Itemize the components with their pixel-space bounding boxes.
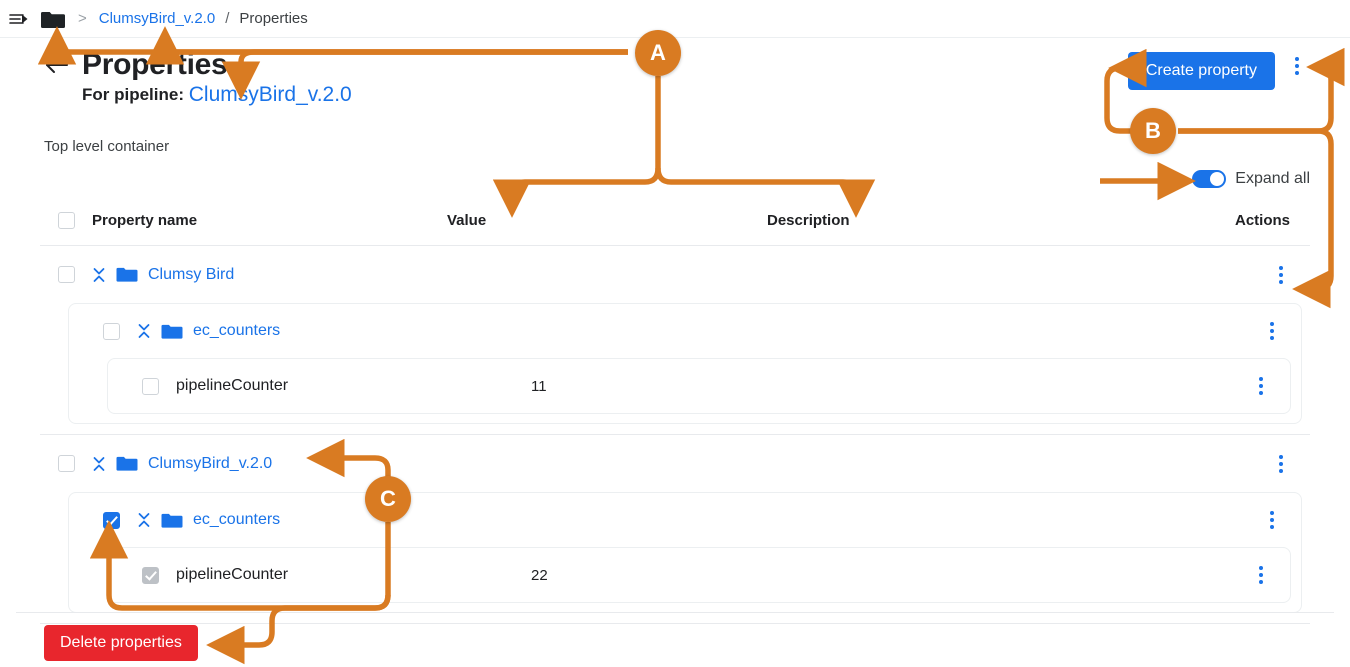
row-overflow-menu-icon[interactable]: [1252, 377, 1270, 395]
expand-all-control[interactable]: Expand all: [1192, 170, 1310, 188]
table-row[interactable]: Clumsy Bird: [40, 246, 1310, 303]
table-row[interactable]: ClumsyBird_v.2.0: [40, 435, 1310, 492]
row-overflow-menu-icon[interactable]: [1252, 566, 1270, 584]
annotation-badge-c: C: [365, 476, 411, 522]
row-name-cell: ClumsyBird_v.2.0: [92, 455, 447, 473]
table-row[interactable]: ec_counters: [69, 493, 1301, 547]
breadcrumb-slash: /: [225, 10, 230, 27]
row-checkbox[interactable]: [141, 377, 159, 395]
properties-table: Property name Value Description Actions: [40, 196, 1310, 624]
table-row[interactable]: pipelineCounter 22: [108, 548, 1290, 602]
row-select-cell: [85, 322, 137, 340]
nested-group-level2: pipelineCounter 11: [107, 358, 1291, 414]
table-row[interactable]: pipelineCounter 11: [108, 359, 1290, 413]
row-overflow-menu-icon[interactable]: [1263, 511, 1281, 529]
menu-arrow-icon[interactable]: [8, 9, 30, 29]
row-name-label: pipelineCounter: [176, 566, 289, 583]
page-title: Properties: [82, 48, 228, 81]
row-name-cell: Clumsy Bird: [92, 266, 447, 284]
table-row[interactable]: ec_counters: [69, 304, 1301, 358]
column-header-description[interactable]: Description: [767, 212, 1190, 229]
expand-all-toggle[interactable]: [1192, 170, 1227, 188]
page-subtitle-link[interactable]: ClumsyBird_v.2.0: [189, 83, 352, 106]
folder-icon[interactable]: [40, 9, 66, 29]
row-name-label: pipelineCounter: [176, 377, 289, 394]
row-actions-cell: [1170, 566, 1290, 584]
row-actions-cell: [1181, 322, 1301, 340]
select-all-checkbox[interactable]: [57, 212, 75, 229]
row-checkbox[interactable]: [141, 566, 159, 584]
row-actions-cell: [1190, 265, 1310, 284]
row-value-cell: 22: [531, 566, 548, 584]
row-checkbox[interactable]: [102, 511, 120, 529]
row-overflow-menu-icon[interactable]: [1263, 322, 1281, 340]
row-select-cell: [40, 266, 92, 283]
delete-properties-button[interactable]: Delete properties: [44, 625, 198, 661]
page-header: Properties For pipeline: ClumsyBird_v.2.…: [44, 48, 352, 107]
row-checkbox[interactable]: [57, 266, 75, 283]
top-level-container-label: Top level container: [44, 138, 170, 155]
row-name-link[interactable]: ec_counters: [193, 511, 280, 529]
breadcrumb: > ClumsyBird_v.2.0 / Properties: [0, 0, 1350, 38]
property-group: ClumsyBird_v.2.0 ec_counters pipelineCou…: [40, 435, 1310, 624]
collapse-icon[interactable]: [92, 266, 106, 284]
row-name-link[interactable]: ec_counters: [193, 322, 280, 340]
row-select-cell: [124, 377, 176, 395]
row-name-link[interactable]: ClumsyBird_v.2.0: [148, 455, 272, 473]
column-header-actions: Actions: [1234, 212, 1290, 229]
folder-icon: [161, 323, 183, 340]
nested-group-level1: ec_counters pipelineCounter: [68, 303, 1302, 424]
app-root: > ClumsyBird_v.2.0 / Properties Properti…: [0, 0, 1350, 667]
row-select-cell: [85, 511, 137, 529]
row-overflow-menu-icon[interactable]: [1272, 454, 1290, 473]
property-group: Clumsy Bird ec_counters pipelineCounter …: [40, 246, 1310, 435]
breadcrumb-current: Properties: [239, 10, 308, 27]
row-checkbox[interactable]: [102, 322, 120, 340]
row-name-cell: ec_counters: [137, 322, 492, 340]
back-arrow-icon[interactable]: [44, 52, 70, 78]
page-subtitle: For pipeline: ClumsyBird_v.2.0: [82, 83, 352, 107]
row-checkbox[interactable]: [57, 455, 75, 472]
toggle-knob: [1210, 172, 1225, 186]
row-actions-cell: [1190, 454, 1310, 473]
expand-all-label: Expand all: [1235, 170, 1310, 187]
row-overflow-menu-icon[interactable]: [1272, 265, 1290, 284]
column-header-property-name[interactable]: Property name: [92, 212, 447, 229]
nested-group-level1: ec_counters pipelineCounter: [68, 492, 1302, 613]
table-header-row: Property name Value Description Actions: [40, 196, 1310, 246]
column-header-value[interactable]: Value: [447, 212, 767, 229]
annotation-badge-a: A: [635, 30, 681, 76]
nested-group-level2: pipelineCounter 22: [107, 547, 1291, 603]
row-value-cell: 11: [531, 377, 547, 395]
folder-icon: [161, 512, 183, 529]
collapse-icon[interactable]: [92, 455, 106, 473]
page-subtitle-label: For pipeline:: [82, 85, 184, 104]
row-name-cell: pipelineCounter: [176, 566, 531, 584]
annotation-arrow-a-value: [492, 76, 661, 218]
footer-divider: [16, 612, 1334, 613]
row-name-cell: pipelineCounter: [176, 377, 531, 395]
row-name-cell: ec_counters: [137, 511, 492, 529]
page-overflow-menu-icon[interactable]: [1288, 57, 1306, 75]
row-actions-cell: [1181, 511, 1301, 529]
create-property-button[interactable]: Create property: [1127, 52, 1275, 90]
folder-icon: [116, 266, 138, 283]
collapse-icon[interactable]: [137, 511, 151, 529]
folder-icon: [116, 455, 138, 472]
select-all-cell: [40, 212, 92, 229]
breadcrumb-link-pipeline[interactable]: ClumsyBird_v.2.0: [99, 10, 215, 27]
row-select-cell: [124, 566, 176, 584]
row-name-link[interactable]: Clumsy Bird: [148, 266, 234, 284]
row-actions-cell: [1170, 377, 1290, 395]
collapse-icon[interactable]: [137, 322, 151, 340]
row-select-cell: [40, 455, 92, 472]
annotation-badge-b: B: [1130, 108, 1176, 154]
breadcrumb-separator: >: [78, 10, 87, 27]
